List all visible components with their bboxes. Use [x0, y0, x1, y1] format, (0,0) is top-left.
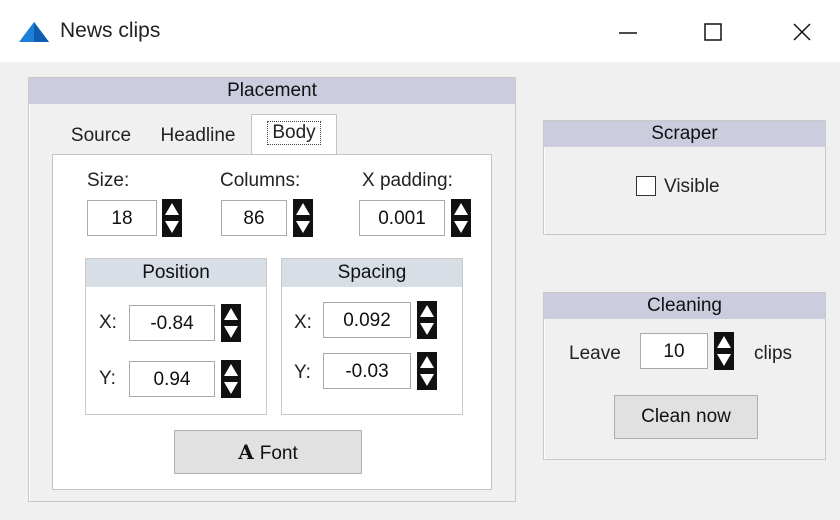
font-icon: A: [238, 440, 254, 464]
spacing-y-input[interactable]: -0.03: [323, 353, 411, 389]
clean-now-button[interactable]: Clean now: [614, 395, 758, 439]
title-bar: News clips: [0, 0, 840, 62]
position-x-input[interactable]: -0.84: [129, 305, 215, 341]
position-heading: Position: [86, 259, 266, 287]
spacing-x-spinner-icon[interactable]: [417, 301, 437, 339]
close-icon: [793, 23, 811, 41]
maximize-icon: [704, 23, 722, 41]
columns-label: Columns:: [220, 170, 301, 191]
leave-count-spinner-icon[interactable]: [714, 332, 734, 370]
spacing-y-spinner-icon[interactable]: [417, 352, 437, 390]
clips-label: clips: [754, 343, 793, 364]
tab-headline[interactable]: Headline: [148, 118, 248, 154]
position-x-spinner-icon[interactable]: [221, 304, 241, 342]
columns-input[interactable]: 86: [221, 200, 287, 236]
font-button-label: Font: [259, 443, 298, 464]
close-button[interactable]: [772, 10, 832, 54]
tab-source[interactable]: Source: [58, 118, 144, 154]
size-spinner-icon[interactable]: [162, 199, 182, 237]
leave-label: Leave: [569, 343, 621, 364]
spacing-y-label: Y:: [294, 362, 311, 383]
visible-label[interactable]: Visible: [664, 176, 720, 198]
visible-checkbox[interactable]: [636, 176, 656, 196]
position-y-label: Y:: [99, 368, 116, 389]
size-label: Size:: [87, 170, 130, 191]
app-icon: [19, 22, 49, 42]
window-title: News clips: [60, 19, 161, 42]
spacing-x-label: X:: [294, 312, 312, 333]
minimize-button[interactable]: [598, 10, 658, 54]
spacing-x-input[interactable]: 0.092: [323, 302, 411, 338]
font-button[interactable]: A Font: [174, 430, 362, 474]
x-padding-label: X padding:: [362, 170, 453, 191]
minimize-icon: [619, 32, 637, 34]
position-y-spinner-icon[interactable]: [221, 360, 241, 398]
cleaning-heading: Cleaning: [544, 293, 825, 319]
size-input[interactable]: 18: [87, 200, 157, 236]
scraper-heading: Scraper: [544, 121, 825, 147]
leave-count-input[interactable]: 10: [640, 333, 708, 369]
tab-body[interactable]: Body: [251, 114, 337, 156]
spacing-heading: Spacing: [282, 259, 462, 287]
maximize-button[interactable]: [683, 10, 743, 54]
position-x-label: X:: [99, 312, 117, 333]
x-padding-spinner-icon[interactable]: [451, 199, 471, 237]
placement-heading: Placement: [29, 78, 515, 104]
tab-body-label: Body: [267, 121, 321, 145]
columns-spinner-icon[interactable]: [293, 199, 313, 237]
position-y-input[interactable]: 0.94: [129, 361, 215, 397]
x-padding-input[interactable]: 0.001: [359, 200, 445, 236]
